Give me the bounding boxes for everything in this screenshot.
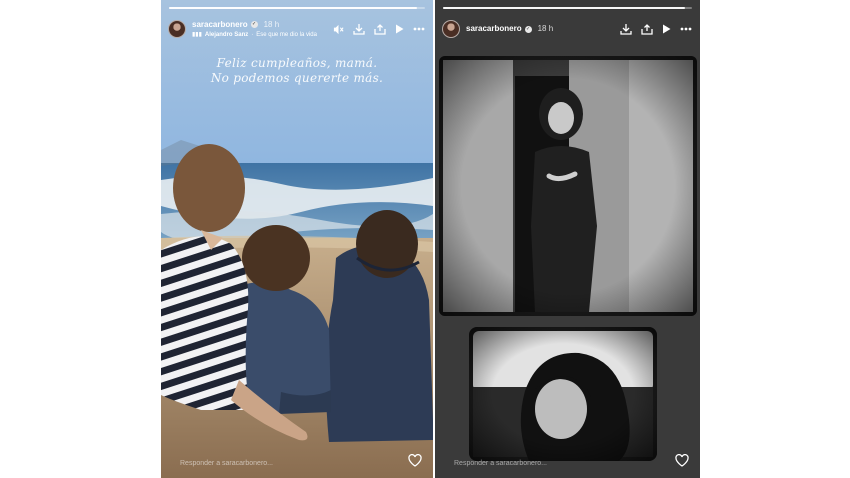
story-left: saracarbonero ✓ 18 h ▮▮▮ Alejandro Sanz … (161, 0, 433, 478)
post-time: 18 h (263, 19, 280, 29)
story-header: saracarbonero ✓ 18 h ▮▮▮ Alejandro Sanz … (168, 18, 425, 40)
mute-icon[interactable] (333, 24, 344, 35)
username[interactable]: saracarbonero (466, 25, 522, 33)
reply-bar: Responder a saracarbonero... (444, 450, 691, 476)
story-header: saracarbonero ✓ 18 h (442, 18, 692, 40)
story-progress-bar (443, 7, 692, 9)
share-icon[interactable] (641, 23, 653, 35)
verified-badge-icon: ✓ (250, 21, 258, 28)
music-bars-icon: ▮▮▮ (192, 31, 202, 38)
music-attribution[interactable]: ▮▮▮ Alejandro Sanz · Ese que me dio la v… (192, 32, 317, 38)
download-icon[interactable] (620, 23, 632, 35)
story-actions (333, 23, 425, 35)
reply-input[interactable]: Responder a saracarbonero... (170, 460, 273, 467)
music-artist: Alejandro Sanz (204, 31, 249, 38)
post-time: 18 h (537, 24, 554, 33)
bw-photo-portrait-woman (469, 327, 657, 461)
story-progress-fill (443, 7, 685, 9)
play-icon[interactable] (662, 24, 671, 34)
music-song: Ese que me dio la vida (256, 31, 317, 38)
story-progress-bar (169, 7, 425, 9)
story-caption: Feliz cumpleaños, mamá. No podemos quere… (161, 56, 433, 86)
story-progress-fill (169, 7, 418, 9)
username[interactable]: saracarbonero (192, 20, 248, 29)
caption-line-2: No podemos quererte más. (210, 71, 384, 85)
music-separator: · (251, 31, 254, 38)
verified-badge-icon: ✓ (524, 25, 532, 33)
caption-line-1: Feliz cumpleaños, mamá. (216, 56, 378, 70)
download-icon[interactable] (353, 23, 365, 35)
story-right: saracarbonero ✓ 18 h Responder a saracar… (435, 0, 700, 478)
more-options-icon[interactable] (680, 27, 692, 31)
story-actions (620, 23, 692, 35)
share-icon[interactable] (374, 23, 386, 35)
more-options-icon[interactable] (413, 27, 425, 31)
bw-photo-standing-woman (439, 56, 697, 316)
play-icon[interactable] (395, 24, 404, 34)
reply-input[interactable]: Responder a saracarbonero... (444, 460, 547, 467)
heart-icon[interactable] (408, 453, 422, 472)
reply-bar: Responder a saracarbonero... (170, 450, 424, 476)
heart-icon[interactable] (675, 453, 689, 472)
avatar[interactable] (442, 20, 460, 38)
avatar[interactable] (168, 20, 186, 38)
